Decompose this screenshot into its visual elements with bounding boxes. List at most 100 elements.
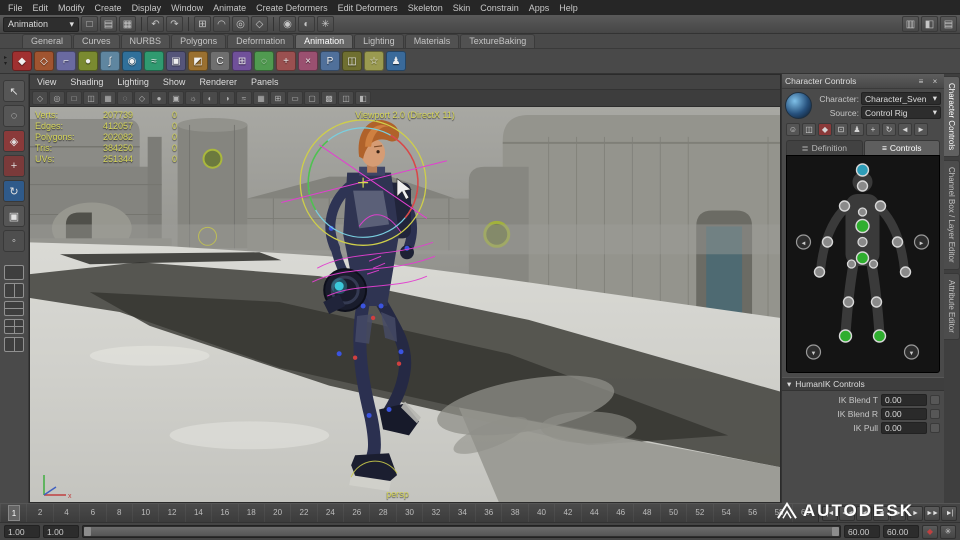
hik-key-icon[interactable]: ◆ [818,123,832,136]
ik-pull-input[interactable]: 0.00 [881,422,927,434]
shelf-tab-lighting[interactable]: Lighting [354,34,404,48]
shelf-detach-skin-icon[interactable]: × [298,51,319,71]
snap-curve-icon[interactable]: ◠ [213,16,230,32]
snap-point-icon[interactable]: ◎ [232,16,249,32]
menu-create[interactable]: Create [90,3,127,13]
viewport-canvas[interactable]: Verts: 207739 0 Edges: 412057 0 Polygons: 20208… [30,107,780,502]
open-scene-icon[interactable]: ▤ [100,16,117,32]
playback-end-field[interactable]: 60.00 [844,525,880,538]
left-shoulder-joint[interactable] [838,200,851,212]
isolate-select-icon[interactable]: ◧ [355,91,371,105]
bookmark-icon[interactable]: ◫ [83,91,99,105]
shelf-pose-icon[interactable]: ☆ [364,51,385,71]
right-hip-joint[interactable] [868,259,879,269]
step-forward-key-button[interactable]: ►► [924,505,940,521]
shelf-set-key-icon[interactable]: ◆ [12,51,33,71]
range-handle-right[interactable] [832,527,839,536]
sidebar-tab-attribute-editor[interactable]: Attribute Editor [944,272,960,340]
source-dropdown[interactable]: Control Rig ▾ [861,106,941,119]
shelf-paint-weights-icon[interactable]: P [320,51,341,71]
menu-edit[interactable]: Edit [28,3,54,13]
scale-tool-icon[interactable]: ▣ [3,205,25,227]
shelf-tab-deformation[interactable]: Deformation [227,34,295,48]
menu-help[interactable]: Help [554,3,583,13]
film-gate-icon[interactable]: ▭ [287,91,303,105]
humanik-controls-section-header[interactable]: ▾ HumanIK Controls [782,377,944,391]
shelf-ghost-icon[interactable]: ▣ [166,51,187,71]
hik-pin-translate-icon[interactable]: + [866,123,880,136]
menu-edit-deformers[interactable]: Edit Deformers [333,3,403,13]
time-slider-ruler[interactable]: 1 02468101214161820222426283032343638404… [0,504,819,522]
lighting-toggle-icon[interactable]: ☼ [185,91,201,105]
shelf-joint-icon[interactable]: ● [78,51,99,71]
lock-camera-icon[interactable]: ◎ [49,91,65,105]
auto-key-icon[interactable]: ◆ [922,524,938,539]
shelf-tab-polygons[interactable]: Polygons [171,34,227,48]
rotate-tool-icon[interactable]: ↻ [3,180,25,202]
select-tool-icon[interactable]: ↖ [3,80,25,102]
smooth-shade-icon[interactable]: ● [151,91,167,105]
save-scene-icon[interactable]: ▦ [119,16,136,32]
ik-blend-r-input[interactable]: 0.00 [881,408,927,420]
shelf-cluster-icon[interactable]: C [210,51,231,71]
left-elbow-joint[interactable] [821,236,834,248]
shelf-set-breakdown-icon[interactable]: ◇ [34,51,55,71]
lasso-tool-icon[interactable]: ◌ [3,105,25,127]
playback-start-field[interactable]: 1.00 [43,525,79,538]
field-options-icon[interactable] [930,395,940,405]
layout-persp-outliner-button[interactable] [4,337,24,352]
hik-select-all-icon[interactable]: ⊡ [834,123,848,136]
shadows-toggle-icon[interactable]: ◐ [202,91,218,105]
menu-set-dropdown[interactable]: Animation ▾ [3,16,79,32]
redo-icon[interactable]: ↷ [166,16,183,32]
current-time-indicator[interactable]: 1 [8,505,20,521]
range-slider[interactable] [82,525,841,538]
render-settings-icon[interactable]: ✳ [317,16,334,32]
character-dropdown[interactable]: Character_Sven ▾ [861,92,941,105]
multisample-icon[interactable]: ▦ [253,91,269,105]
right-knee-joint[interactable] [870,296,883,308]
two-d-pan-zoom-icon[interactable]: ◌ [117,91,133,105]
shelf-ik-spline-icon[interactable]: ∫ [100,51,121,71]
paint-select-tool-icon[interactable]: ◈ [3,130,25,152]
right-shoulder-joint[interactable] [874,200,887,212]
hips-effector[interactable] [855,251,870,265]
right-elbow-joint[interactable] [891,236,904,248]
hik-prev-key-icon[interactable]: ◄ [898,123,912,136]
shelf-mirror-icon[interactable]: ◫ [342,51,363,71]
select-camera-icon[interactable]: ◇ [32,91,48,105]
shelf-tab-texturebaking[interactable]: TextureBaking [460,34,536,48]
textured-mode-icon[interactable]: ▣ [168,91,184,105]
hik-pin-rotate-icon[interactable]: ↻ [882,123,896,136]
new-scene-icon[interactable]: □ [81,16,98,32]
animation-preferences-icon[interactable]: ✳ [940,524,956,539]
menu-constrain[interactable]: Constrain [475,3,524,13]
field-chart-icon[interactable]: ◫ [338,91,354,105]
gate-mask-icon[interactable]: ▩ [321,91,337,105]
render-icon[interactable]: ◉ [279,16,296,32]
move-tool-icon[interactable]: + [3,155,25,177]
menu-file[interactable]: File [3,3,28,13]
right-wrist-joint[interactable] [899,266,912,278]
snap-plane-icon[interactable]: ◇ [251,16,268,32]
shelf-tab-materials[interactable]: Materials [404,34,460,48]
hik-body-part-icon[interactable]: ♟ [850,123,864,136]
show-attribute-editor-icon[interactable]: ▤ [940,16,957,32]
animation-start-field[interactable]: 1.00 [4,525,40,538]
layout-single-pane-button[interactable] [4,265,24,280]
close-icon[interactable]: × [929,75,941,87]
undo-icon[interactable]: ↶ [147,16,164,32]
spine-upper-joint[interactable] [857,207,868,217]
resolution-gate-icon[interactable]: ▢ [304,91,320,105]
snap-grid-icon[interactable]: ⊞ [194,16,211,32]
image-plane-icon[interactable]: ▦ [100,91,116,105]
spine-lower-joint[interactable] [857,236,868,248]
shelf-wrap-icon[interactable]: ◌ [254,51,275,71]
shelf-tab-animation[interactable]: Animation [295,34,354,48]
menu-skin[interactable]: Skin [448,3,476,13]
last-tool-icon[interactable]: ◦ [3,230,25,252]
shelf-skin-bind-icon[interactable]: + [276,51,297,71]
panel-menu-renderer[interactable]: Renderer [192,77,244,87]
show-tool-settings-icon[interactable]: ◧ [921,16,938,32]
menu-display[interactable]: Display [127,3,167,13]
